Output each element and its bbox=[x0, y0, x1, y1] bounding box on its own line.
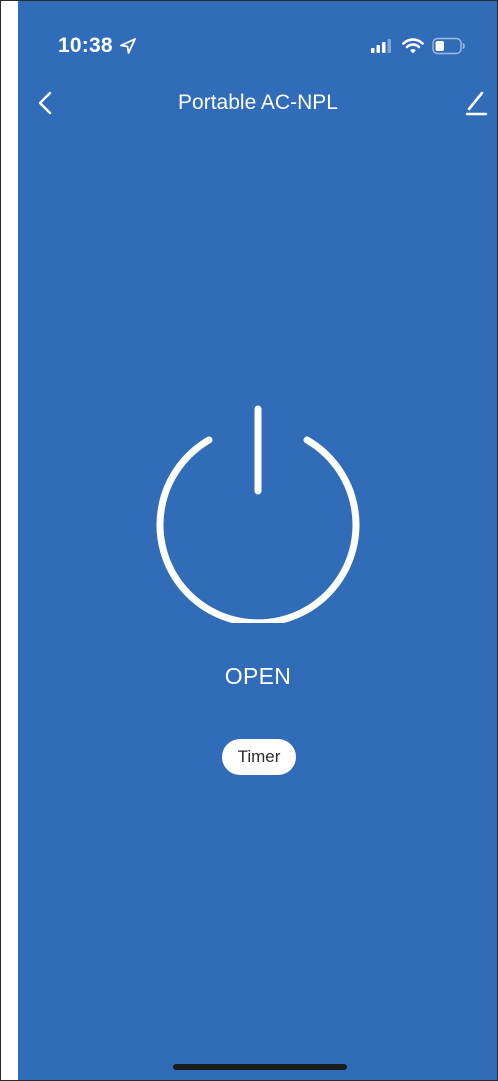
status-bar: 10:38 bbox=[18, 1, 497, 61]
device-frame: 10:38 Portable AC-NPL OPEN Timer bbox=[0, 0, 498, 1081]
location-arrow-icon bbox=[120, 38, 136, 54]
power-icon[interactable] bbox=[151, 397, 365, 623]
status-time: 10:38 bbox=[58, 34, 113, 57]
edit-pencil-icon[interactable] bbox=[462, 87, 490, 119]
power-state-label: OPEN bbox=[224, 663, 292, 689]
battery-icon bbox=[432, 37, 465, 55]
page-title: Portable AC-NPL bbox=[178, 91, 338, 114]
home-indicator[interactable] bbox=[173, 1064, 347, 1070]
app-screen: 10:38 Portable AC-NPL OPEN Timer bbox=[18, 1, 497, 1080]
navigation-bar: Portable AC-NPL bbox=[18, 81, 497, 125]
timer-button[interactable]: Timer bbox=[222, 739, 296, 775]
wifi-icon bbox=[402, 38, 424, 54]
cellular-signal-icon bbox=[371, 39, 391, 53]
